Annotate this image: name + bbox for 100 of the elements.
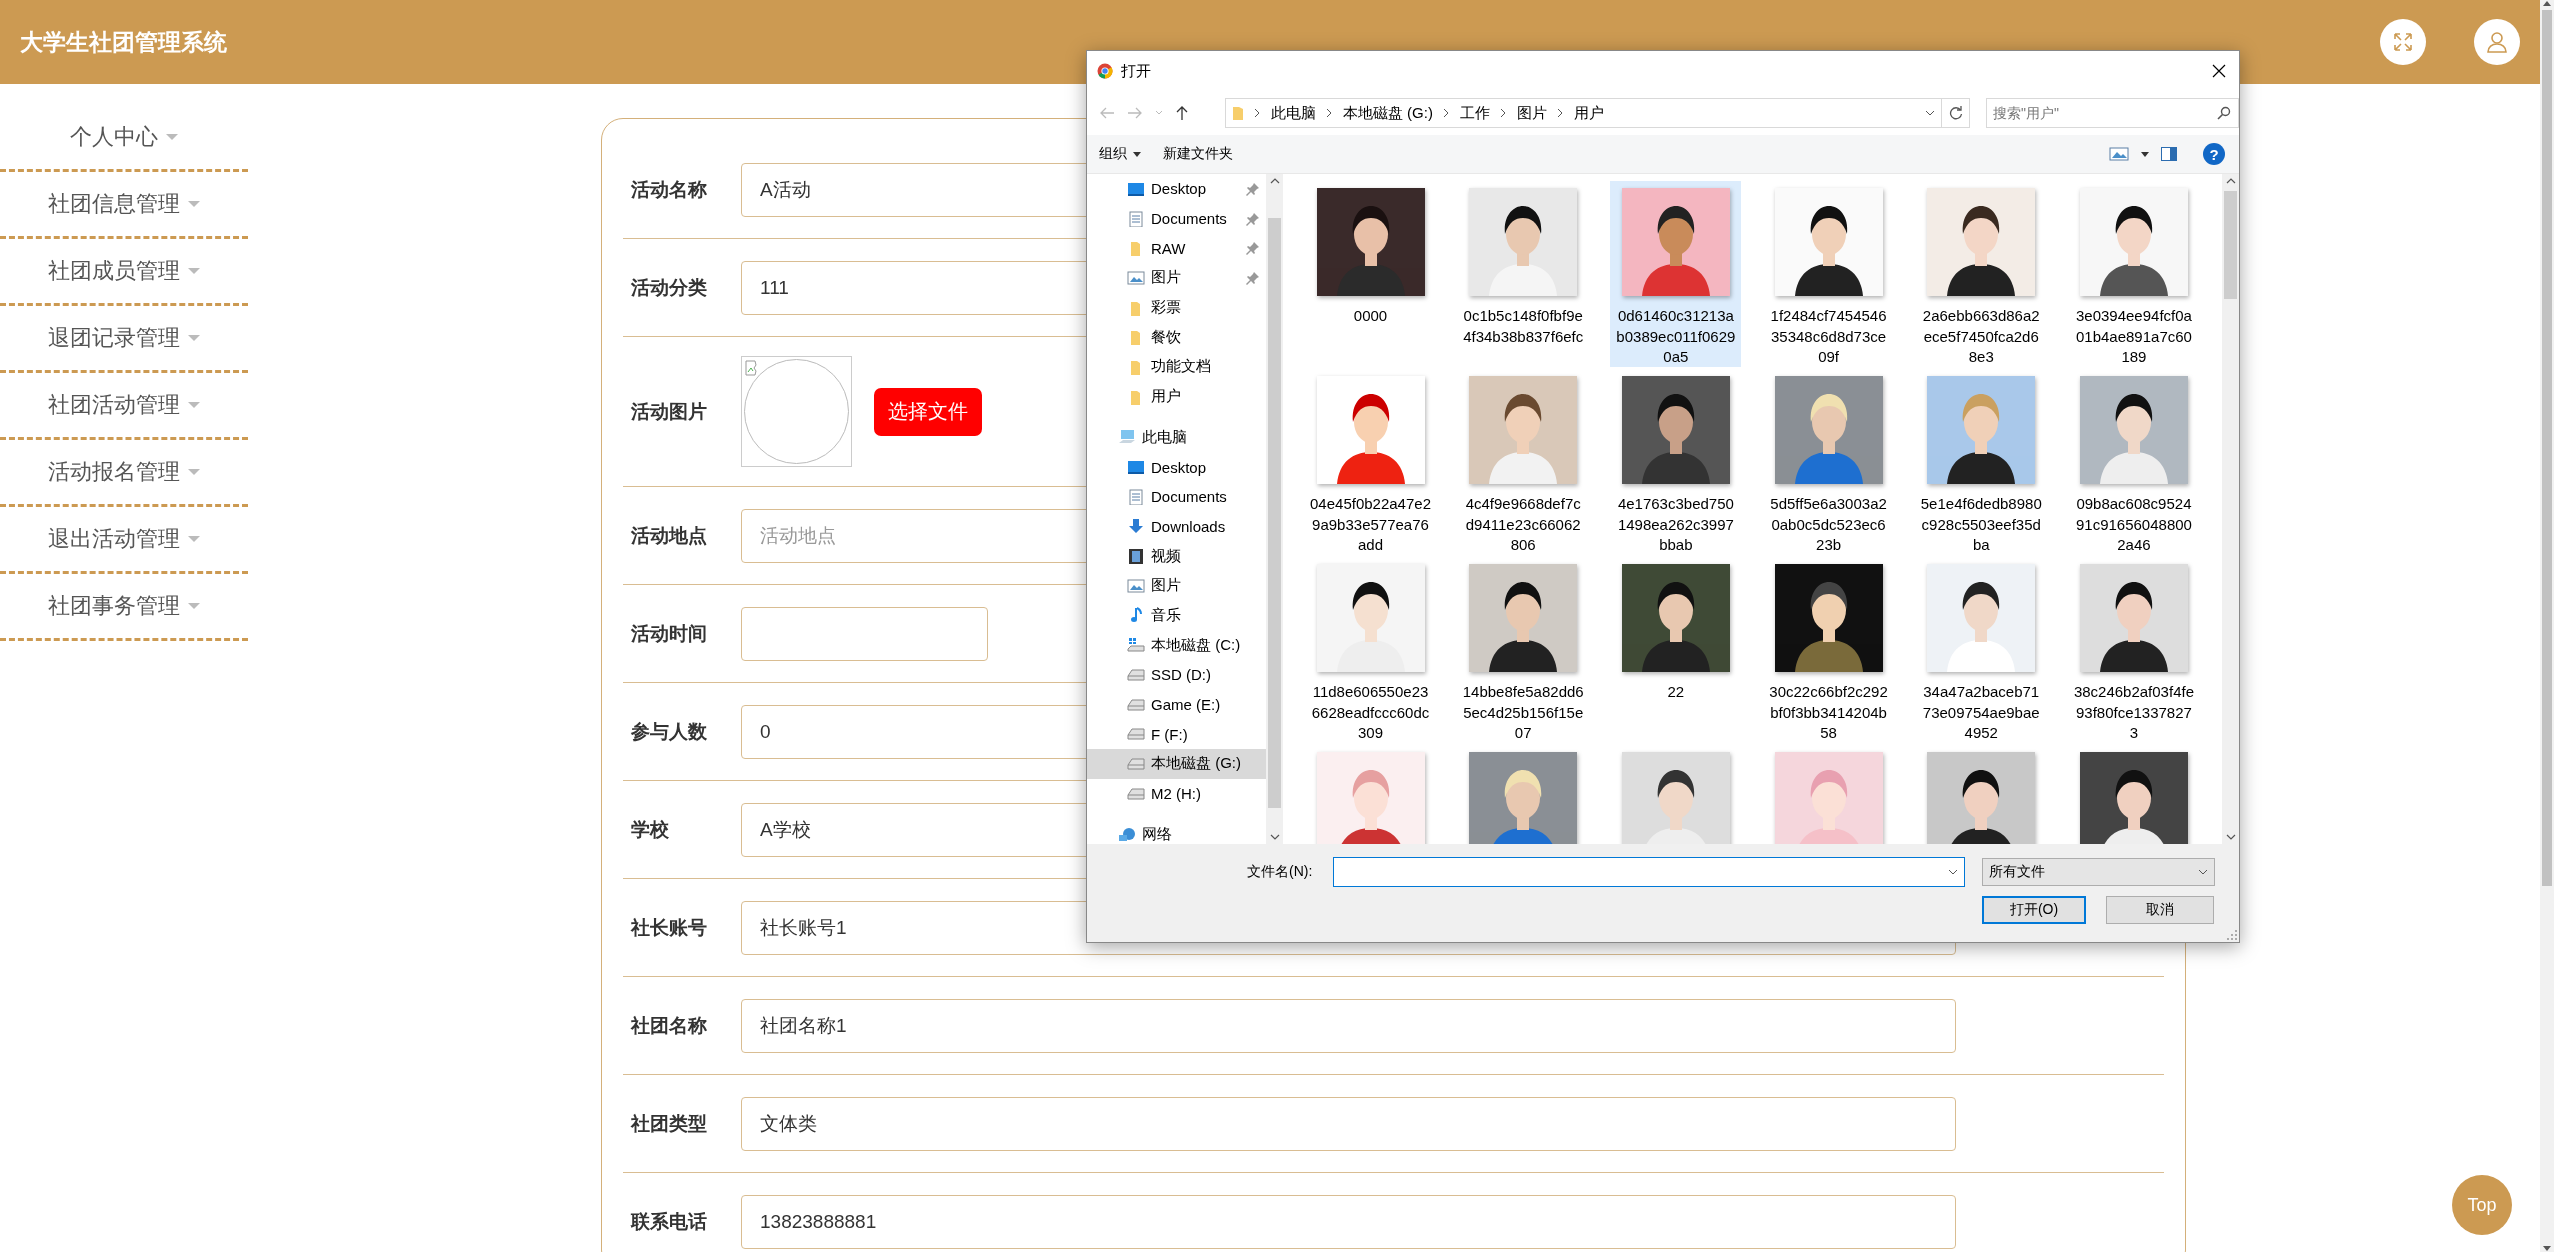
file-name-field[interactable] [1333,857,1965,887]
file-item[interactable]: 0c1b5c148f0fbf9e4f34b38b837f6efc [1457,181,1589,367]
file-item[interactable]: 4e1763c3bed7501498ea262c3997bbab [1610,369,1742,555]
chevron-down-icon [2543,1246,2551,1252]
nav-item[interactable]: RAW [1087,233,1266,264]
scrollbar-thumb[interactable] [2224,191,2237,299]
back-arrow-icon[interactable] [1099,106,1115,120]
file-item[interactable]: 11d8e606550e236628eadfccc60dc309 [1305,557,1436,743]
computer-icon [1118,429,1136,446]
file-item[interactable]: 3e0394ee94fcf0a01b4ae891a7c60189 [2068,181,2200,367]
nav-item[interactable]: M2 (H:) [1087,778,1266,809]
sidebar-item[interactable]: 社团活动管理 [0,373,248,440]
text-field[interactable]: 文体类 [741,1096,1956,1151]
nav-item[interactable]: 功能文档 [1087,352,1266,382]
nav-item[interactable]: 本地磁盘 (C:) [1087,630,1266,660]
nav-item[interactable]: 彩票 [1087,292,1266,323]
nav-item[interactable]: Desktop [1087,174,1266,204]
nav-item[interactable]: F (F:) [1087,719,1266,750]
breadcrumb[interactable]: 此电脑 [1270,103,1316,123]
file-item[interactable]: 34a47a2baceb7173e09754ae9bae4952 [1915,557,2047,743]
new-folder-button[interactable]: 新建文件夹 [1163,141,1233,167]
file-name: 3e0394ee94fcf0a01b4ae891a7c60189 [2074,306,2193,367]
breadcrumb[interactable]: 本地磁盘 (G:) [1342,103,1433,123]
sidebar-item[interactable]: 活动报名管理 [0,440,248,507]
file-item[interactable]: 2a6ebb663d86a2ece5f7450fca2d68e3 [1915,181,2047,367]
chevron-down-icon[interactable] [1925,110,1936,116]
user-button[interactable] [2474,19,2520,65]
sidebar-item[interactable]: 社团成员管理 [0,239,248,306]
nav-item[interactable]: 视频 [1087,541,1266,571]
drive-icon [1127,787,1145,800]
nav-item[interactable]: 此电脑 [1087,422,1266,453]
close-icon[interactable] [2211,63,2227,79]
sidebar-item[interactable]: 社团事务管理 [0,574,248,641]
file-item[interactable]: 14bbe8fe5a82dd65ec4d25b156f15e07 [1457,557,1589,743]
preview-pane-icon[interactable] [2161,147,2177,161]
file-item[interactable]: 04e45f0b22a47e29a9b33e577ea76add [1305,369,1436,555]
fullscreen-button[interactable] [2380,19,2426,65]
nav-item[interactable]: SSD (D:) [1087,660,1266,690]
file-item[interactable]: 5e1e4f6dedb8980c928c5503eef35dba [1915,369,2047,555]
resize-grip-icon[interactable] [2227,930,2237,940]
scrollbar[interactable] [2222,174,2239,844]
refresh-icon [1948,106,1963,120]
file-item[interactable]: 09b8ac608c952491c916560488002a46 [2068,369,2200,555]
scrollbar-thumb[interactable] [2542,10,2552,886]
nav-item[interactable]: Documents [1087,203,1266,234]
forward-arrow-icon[interactable] [1127,106,1143,120]
file-name: 34a47a2baceb7173e09754ae9bae4952 [1921,682,2041,743]
nav-item[interactable]: Documents [1087,481,1266,512]
field-label: 文件名(N): [1247,863,1314,881]
scrollbar[interactable] [1266,174,1283,844]
breadcrumb[interactable]: 图片 [1516,103,1547,123]
nav-item[interactable]: 本地磁盘 (G:) [1087,749,1266,779]
nav-item[interactable]: 餐饮 [1087,322,1266,353]
help-button[interactable]: ? [2203,143,2225,165]
file-item[interactable]: 38c246b2af03f4fe93f80fce13378273 [2068,557,2200,743]
sidebar-item[interactable]: 社团信息管理 [0,172,248,239]
refresh-button[interactable] [1942,98,1970,128]
nav-item[interactable]: 用户 [1087,381,1266,412]
drive-icon [1127,698,1145,711]
sidebar-item[interactable]: 退团记录管理 [0,306,248,373]
search-icon [2217,106,2231,120]
text-field[interactable]: 社团名称1 [741,998,1956,1053]
file-type-dropdown[interactable]: 所有文件 [1982,858,2215,886]
scrollbar-thumb[interactable] [1268,218,1281,808]
nav-item[interactable]: Downloads [1087,511,1266,542]
nav-item[interactable]: 图片 [1087,263,1266,293]
chevron-icon [1325,108,1333,118]
network-icon [1118,826,1136,843]
file-item[interactable]: 22 [1610,557,1742,743]
nav-item[interactable]: 音乐 [1087,600,1266,631]
nav-item[interactable]: 网络 [1087,819,1266,844]
chevron-up-icon [2543,0,2551,6]
file-item[interactable]: 30c22c66bf2c292bf0f3bb3414204b58 [1763,557,1895,743]
view-icon[interactable] [2109,146,2129,162]
organize-menu[interactable]: 组织 [1099,141,1141,167]
choose-file-button[interactable]: 选择文件 [874,387,982,436]
sidebar-item[interactable]: 个人中心 [0,105,248,172]
open-button[interactable]: 打开(O) [1982,896,2086,924]
field-label: 联系电话 [631,1209,708,1234]
nav-item[interactable]: Desktop [1087,452,1266,482]
file-item[interactable]: 0d61460c31213ab0389ec011f06290a5 [1610,181,1742,367]
text-field[interactable]: 13823888881 [741,1194,1956,1249]
breadcrumb[interactable]: 工作 [1459,103,1490,123]
field-label: 学校 [631,817,670,842]
address-bar[interactable]: 此电脑 本地磁盘 (G:) 工作 图片 用户 [1224,98,1943,128]
date-field[interactable] [741,606,988,661]
file-name: 04e45f0b22a47e29a9b33e577ea76add [1309,494,1432,555]
file-item[interactable]: 4c4f9e9668def7cd9411e23c66062806 [1457,369,1589,555]
file-item[interactable]: 0000 [1305,181,1436,367]
breadcrumb[interactable]: 用户 [1573,103,1604,123]
sidebar-item[interactable]: 退出活动管理 [0,507,248,574]
nav-item[interactable]: Game (E:) [1087,689,1266,720]
nav-item[interactable]: 图片 [1087,570,1266,601]
scrollbar[interactable] [2540,0,2554,1252]
up-arrow-icon[interactable] [1175,105,1189,121]
caret-icon[interactable] [2141,151,2149,157]
cancel-button[interactable]: 取消 [2106,896,2214,924]
file-item[interactable]: 5d5ff5e6a3003a20ab0c5dc523ec623b [1763,369,1895,555]
file-item[interactable]: 1f2484cf745454635348c6d8d73ce09f [1763,181,1895,367]
search-field[interactable]: 搜索"用户" [1986,98,2239,128]
